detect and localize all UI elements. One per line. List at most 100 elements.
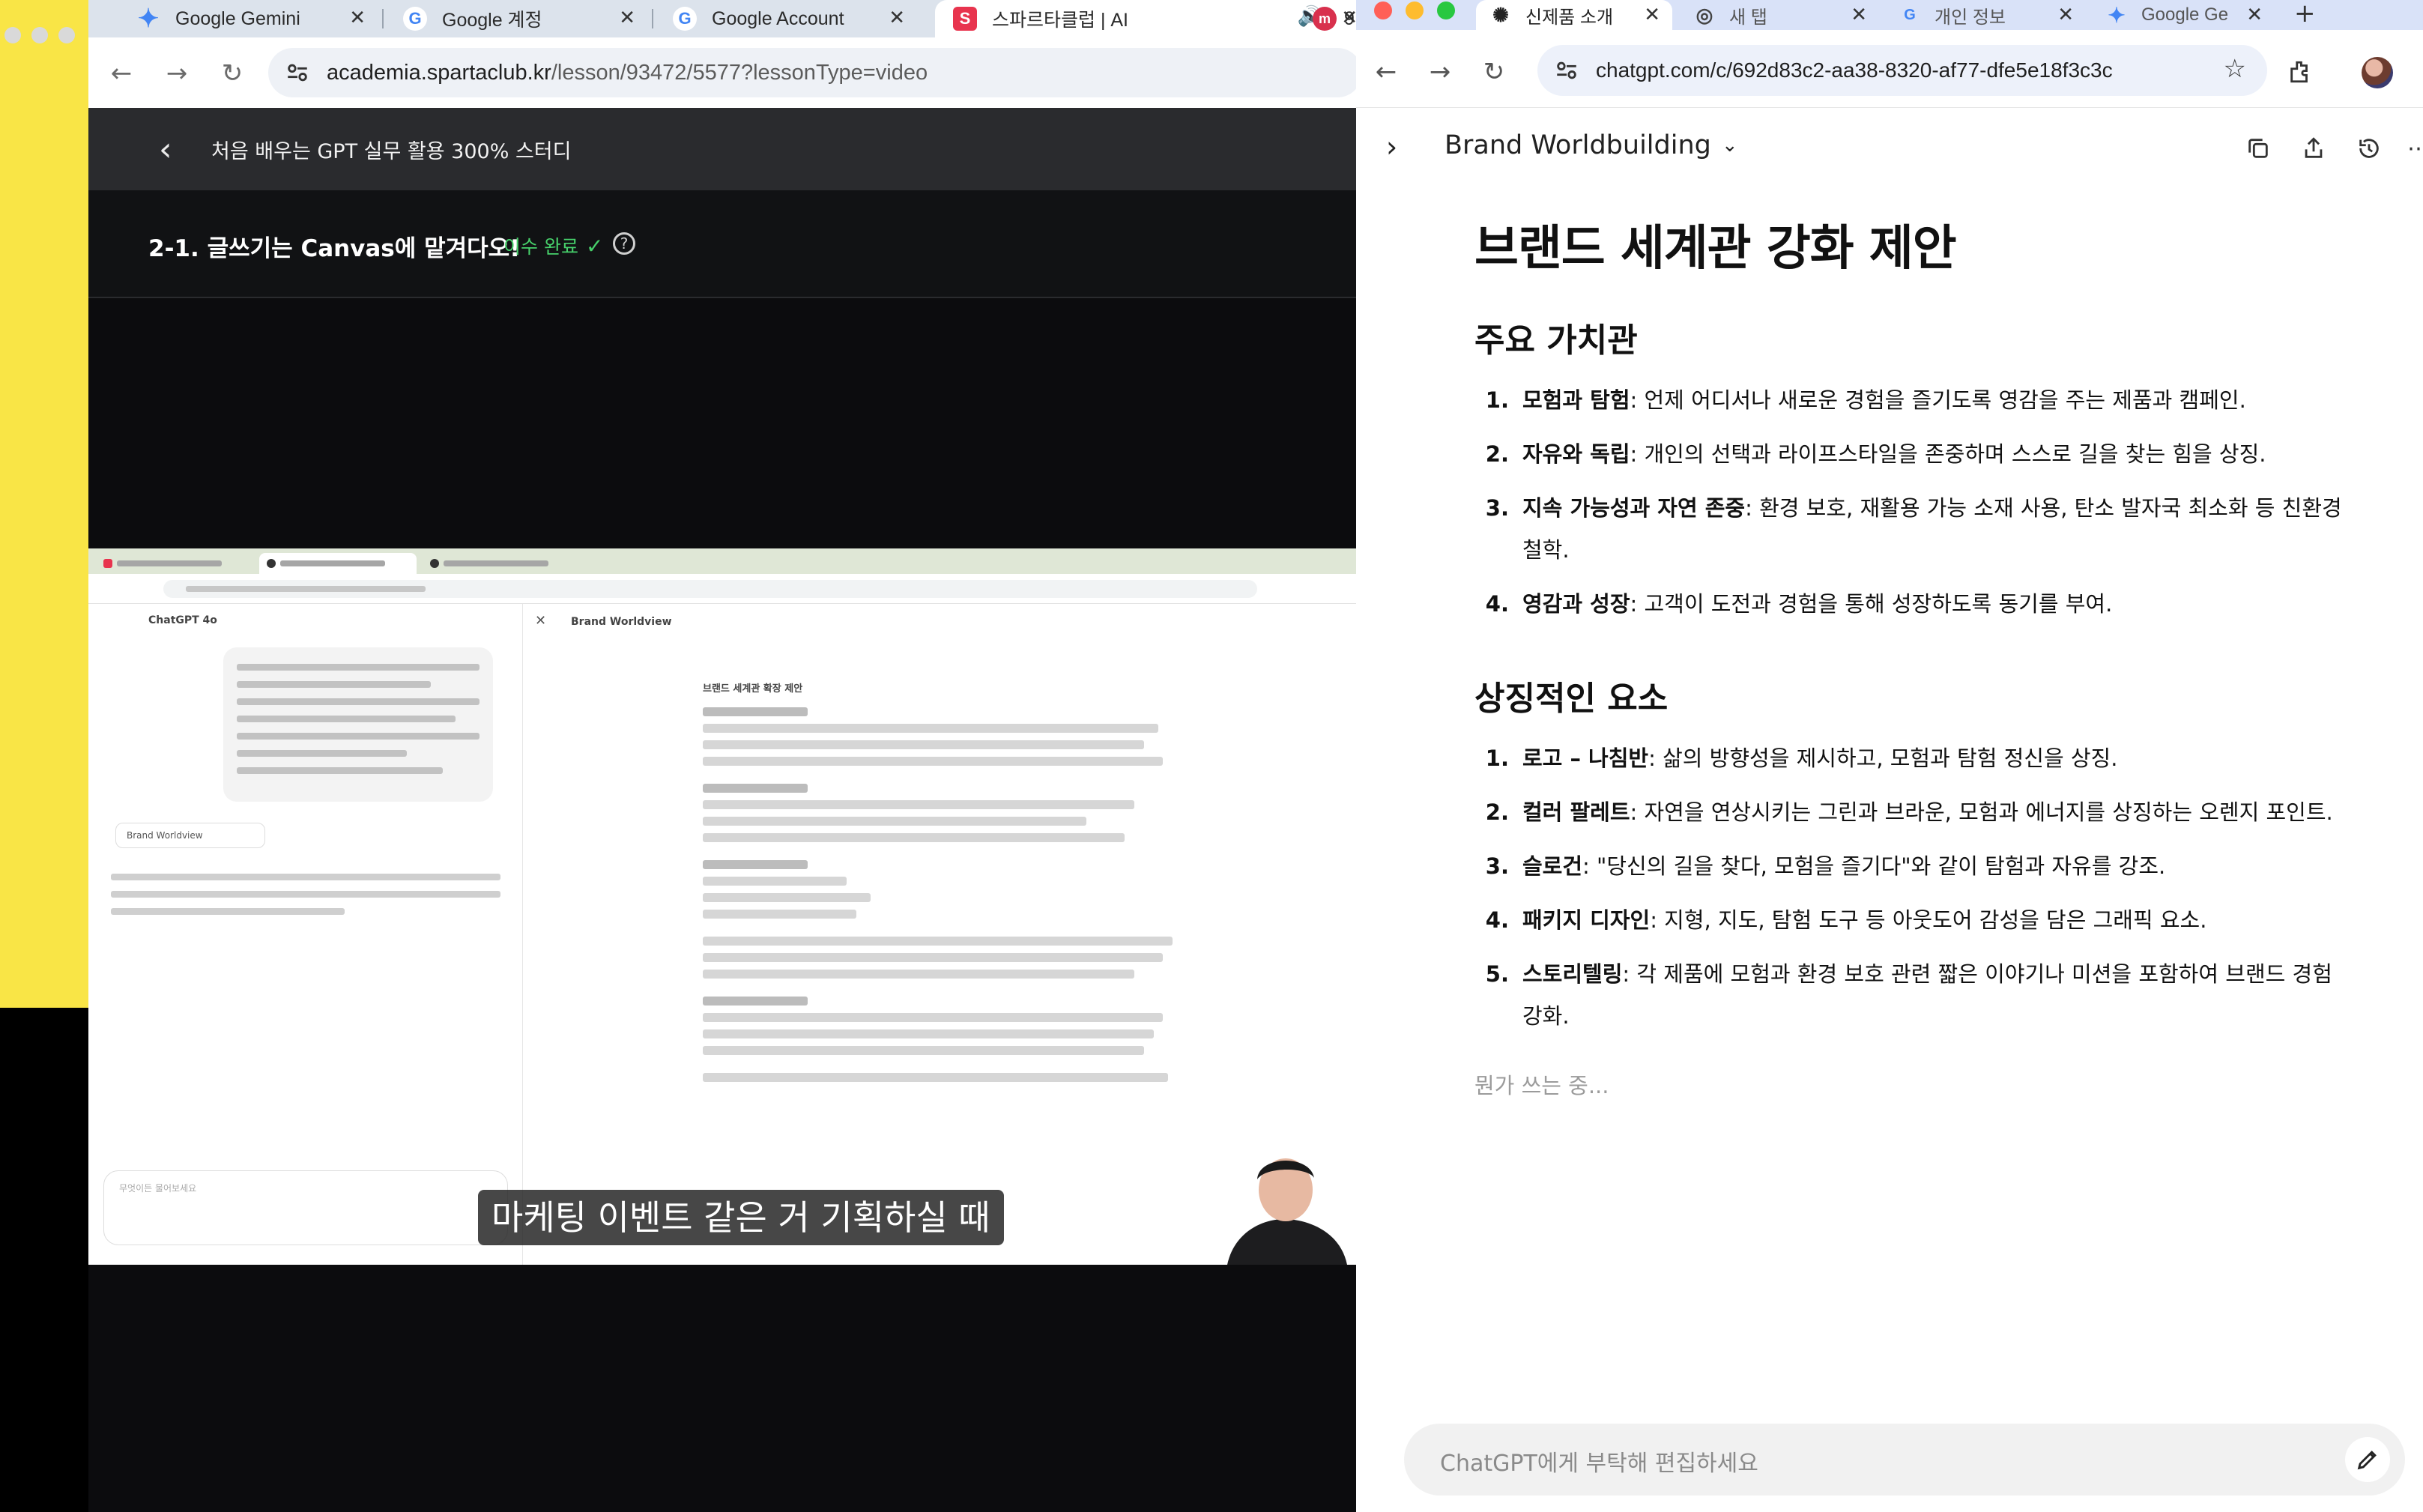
right-toolbar: ← → ↻ chatgpt.com/c/692d83c2-aa38-8320-a… [1356, 30, 2423, 108]
bookmark-star-icon[interactable]: ☆ [2224, 54, 2246, 84]
list-item: 4. 패키지 디자인: 지형, 지도, 탐험 도구 등 아웃도어 감성을 담은 그… [1474, 899, 2359, 941]
url-domain: academia.spartaclub.kr [327, 60, 551, 85]
list-number: 2. [1485, 441, 1509, 467]
share-icon[interactable] [2299, 133, 2329, 163]
video-tab-strip [88, 548, 1356, 574]
gemini-icon: ✦ [137, 4, 160, 33]
tab-personal-info[interactable]: G 개인 정보 ✕ [1885, 0, 2086, 30]
tab-google-gemini[interactable]: ✦ Google Ge ✕ [2092, 0, 2275, 30]
lesson-header: 2-1. 글쓰기는 Canvas에 맡겨다오! 이수 완료 ✓ ? [88, 190, 1356, 298]
tab-label: 개인 정보 [1935, 7, 2006, 28]
minimize-window-button[interactable] [1406, 1, 1424, 19]
list-item: 3. 지속 가능성과 자연 존중: 환경 보호, 재활용 가능 소재 사용, 탄소… [1474, 487, 2359, 571]
list-desc: : 언제 어디서나 새로운 경험을 즐기도록 영감을 주는 제품과 캠페인. [1630, 387, 2246, 413]
close-icon[interactable]: ✕ [2246, 3, 2263, 26]
back-arrow-icon[interactable]: ← [1370, 55, 1403, 88]
tab-google-account-ko[interactable]: G Google 계정 ✕ [385, 0, 650, 37]
document-title: 브랜드 세계관 강화 제안 [1474, 221, 1957, 276]
video-toolbar [88, 574, 1356, 604]
video-tab-active [259, 553, 417, 574]
tab-new-tab[interactable]: ◎ 새 탭 ✕ [1680, 0, 1879, 30]
reload-icon[interactable]: ↻ [214, 55, 250, 91]
close-icon: ✕ [535, 613, 547, 629]
spartaclub-icon: S [953, 7, 977, 31]
zoom-window-button[interactable] [1437, 1, 1455, 19]
tab-chatgpt[interactable]: ✺ 신제품 소개 ✕ [1476, 0, 1672, 30]
symbols-list: 1. 로고 – 나침반: 삶의 방향성을 제시하고, 모험과 탐험 정신을 상징.… [1474, 737, 2359, 1037]
forward-arrow-icon[interactable]: → [159, 55, 195, 91]
desktop-window-controls [0, 27, 75, 43]
more-icon[interactable]: ⋯ [2404, 133, 2423, 163]
list-term: 모험과 탐험 [1522, 387, 1630, 413]
video-tab [96, 553, 253, 574]
tab-google-gemini[interactable]: ✦ Google Gemini ✕ [118, 0, 381, 37]
list-number: 5. [1485, 961, 1509, 987]
history-icon[interactable] [2354, 133, 2384, 163]
new-tab-plus-icon[interactable]: + [2294, 0, 2316, 27]
tab-spartaclub[interactable]: S 스파르타클럽 | AI 🔊 ✕ [935, 0, 1356, 37]
tab-google-account[interactable]: G Google Account ✕ [655, 0, 920, 37]
video-assistant-reply [111, 868, 500, 925]
right-tab-strip: ✺ 신제품 소개 ✕ ◎ 새 탭 ✕ G 개인 정보 ✕ ✦ Google Ge… [1356, 0, 2423, 30]
chevron-right-icon[interactable]: › [1386, 130, 1397, 163]
canvas-document[interactable]: 브랜드 세계관 강화 제안 주요 가치관 1. 모험과 탐험: 언제 어디서나 새… [1474, 189, 2359, 1100]
lecture-video[interactable]: ChatGPT 4o Brand Worldview 무엇이든 물어보세요 ✕ … [88, 548, 1356, 1265]
url-text: chatgpt.com/c/692d83c2-aa38-8320-af77-df… [1596, 58, 2113, 82]
list-term: 패키지 디자인 [1522, 907, 1651, 933]
edit-pencil-icon[interactable] [2345, 1437, 2390, 1482]
google-icon: G [673, 7, 697, 31]
left-tab-strip: ✦ Google Gemini ✕ G Google 계정 ✕ G Google… [88, 0, 1356, 37]
list-term: 스토리텔링 [1522, 961, 1623, 987]
forward-arrow-icon[interactable]: → [1424, 55, 1456, 88]
back-arrow-icon[interactable]: ← [103, 55, 139, 91]
site-settings-icon[interactable] [1554, 58, 1579, 83]
document-name[interactable]: Brand Worldbuilding ⌄ [1445, 130, 1738, 160]
help-icon[interactable]: ? [613, 232, 635, 255]
close-icon[interactable]: ✕ [619, 6, 635, 29]
lesson-title: 2-1. 글쓰기는 Canvas에 맡겨다오! [148, 235, 521, 262]
close-icon[interactable]: ✕ [2057, 3, 2074, 26]
left-address-bar[interactable]: academia.spartaclub.kr/lesson/93472/5577… [268, 48, 1356, 97]
left-browser-window: ✦ Google Gemini ✕ G Google 계정 ✕ G Google… [88, 0, 1356, 1512]
list-desc: : 고객이 도전과 경험을 통해 성장하도록 동기를 부여. [1630, 591, 2113, 617]
list-item: 2. 자유와 독립: 개인의 선택과 라이프스타일을 존중하며 스스로 길을 찾는… [1474, 433, 2359, 475]
chevron-left-icon[interactable]: ‹ [159, 130, 172, 169]
video-composer: 무엇이든 물어보세요 [103, 1170, 508, 1245]
video-doc-heading: 브랜드 세계관 확장 제안 [703, 683, 803, 695]
edit-composer[interactable]: ChatGPT에게 부탁해 편집하세요 [1404, 1424, 2405, 1496]
list-desc: : 개인의 선택과 라이프스타일을 존중하며 스스로 길을 찾는 힘을 상징. [1630, 441, 2266, 467]
course-title: 처음 배우는 GPT 실무 활용 300% 스터디 [211, 140, 572, 163]
lesson-status: 이수 완료 ✓ [503, 232, 603, 259]
composer-placeholder: ChatGPT에게 부탁해 편집하세요 [1440, 1451, 1758, 1477]
copy-icon[interactable] [2243, 133, 2273, 163]
close-icon[interactable]: ✕ [889, 6, 905, 29]
close-icon[interactable]: ✕ [1851, 3, 1867, 26]
close-icon[interactable]: ✕ [1644, 3, 1660, 26]
tab-partial[interactable]: m 9 [1304, 0, 1356, 37]
close-icon[interactable]: ✕ [349, 6, 366, 29]
video-user-bubble [223, 647, 493, 802]
list-term: 영감과 성장 [1522, 591, 1630, 617]
site-settings-icon[interactable] [285, 60, 310, 85]
video-model-label: ChatGPT 4o [148, 614, 217, 626]
video-card-label: Brand Worldview [127, 830, 203, 841]
list-term: 슬로건 [1522, 853, 1583, 879]
profile-avatar[interactable] [2362, 57, 2393, 88]
list-term: 지속 가능성과 자연 존중 [1522, 495, 1746, 521]
list-number: 1. [1485, 746, 1509, 771]
m-icon: m [1313, 7, 1337, 31]
video-canvas-document: 브랜드 세계관 확장 제안 [703, 679, 1182, 1089]
video-caption: 마케팅 이벤트 같은 거 기획하실 때 [478, 1190, 1004, 1245]
lesson-status-label: 이수 완료 [503, 236, 578, 258]
right-address-bar[interactable]: chatgpt.com/c/692d83c2-aa38-8320-af77-df… [1537, 45, 2267, 96]
left-toolbar: ← → ↻ academia.spartaclub.kr/lesson/9347… [88, 37, 1356, 108]
reload-icon[interactable]: ↻ [1477, 55, 1510, 88]
desktop-background [0, 0, 90, 1008]
tab-divider [382, 9, 384, 28]
tab-label: 신제품 소개 [1525, 7, 1614, 28]
list-item: 1. 모험과 탐험: 언제 어디서나 새로운 경험을 즐기도록 영감을 주는 제품… [1474, 379, 2359, 421]
tab-label: Google Ge [2141, 4, 2229, 25]
close-window-button[interactable] [1374, 1, 1392, 19]
extensions-icon[interactable] [2284, 55, 2317, 88]
list-number: 4. [1485, 907, 1509, 933]
